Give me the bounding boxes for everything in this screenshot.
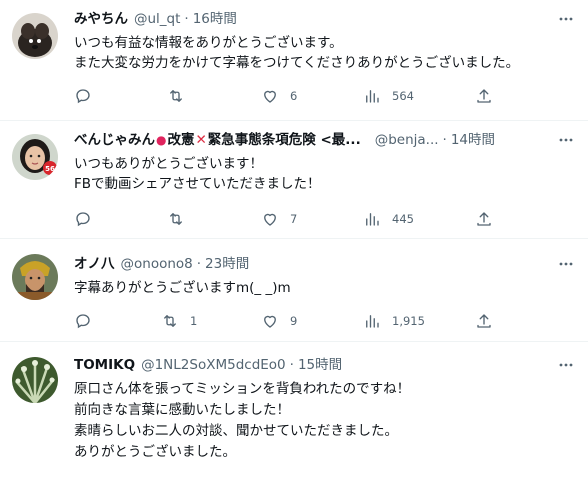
like-count: 7 <box>290 212 298 226</box>
reply-feed: みやちん @ul_qt · 16時間 いつも有益な情報をありがとうございます。 … <box>0 0 588 478</box>
timestamp[interactable]: 16時間 <box>193 9 237 29</box>
tweet-text: 字幕ありがとうございますm(_ _)m <box>74 278 578 298</box>
separator-dot: · <box>442 132 447 148</box>
more-icon[interactable] <box>556 9 576 29</box>
more-icon[interactable] <box>556 130 576 150</box>
separator-dot: · <box>184 11 189 27</box>
share-button[interactable] <box>475 86 493 106</box>
reply-icon <box>74 210 92 228</box>
view-count: 445 <box>392 212 414 226</box>
retweet-button[interactable] <box>167 209 196 229</box>
svg-text:56: 56 <box>45 165 55 173</box>
user-handle[interactable]: @onoono8 <box>121 254 193 274</box>
heart-icon <box>261 87 279 105</box>
views-icon <box>363 210 381 228</box>
views-button[interactable]: 564 <box>363 86 414 106</box>
timestamp[interactable]: 14時間 <box>451 130 495 150</box>
retweet-button[interactable] <box>167 86 196 106</box>
display-name-part: べんじゃみん <box>74 132 155 148</box>
action-bar: 7 445 <box>74 209 494 229</box>
heart-icon <box>261 210 279 228</box>
avatar[interactable]: 56 <box>12 134 58 180</box>
tweet-text-line: ありがとうございました。 <box>74 444 236 460</box>
views-button[interactable]: 445 <box>363 209 414 229</box>
retweet-icon <box>167 210 185 228</box>
red-dot-emoji: ● <box>156 133 167 147</box>
more-icon[interactable] <box>556 355 576 375</box>
reply-button[interactable] <box>74 311 103 331</box>
tweet-text-line: いつもありがとうございます！ <box>74 156 263 172</box>
avatar[interactable] <box>12 13 58 59</box>
more-icon[interactable] <box>556 254 576 274</box>
reply-icon <box>74 312 92 330</box>
tweet[interactable]: TOMIKQ @1NL2SoXM5dcdEo0 · 15時間 原口さん体を張って… <box>0 342 588 478</box>
display-name[interactable]: みやちん <box>74 9 128 29</box>
tweet-text-line: 前向きな言葉に感動いたしました！ <box>74 402 290 418</box>
share-icon <box>475 312 493 330</box>
timestamp[interactable]: 23時間 <box>205 254 249 274</box>
share-button[interactable] <box>475 311 493 331</box>
display-name[interactable]: べんじゃみん●改憲✕緊急事態条項危険 <最... <box>74 130 361 150</box>
display-name[interactable]: TOMIKQ <box>74 355 135 375</box>
separator-dot: · <box>289 357 294 373</box>
tweet-text-line: また大変な労力をかけて字幕をつけてくださりありがとうございました。 <box>74 55 520 71</box>
share-icon <box>475 210 493 228</box>
tweet-text-line: 素晴らしいお二人の対談、聞かせていただきました。 <box>74 423 398 439</box>
user-handle[interactable]: @benja... <box>375 130 439 150</box>
avatar[interactable] <box>12 254 58 300</box>
like-button[interactable]: 9 <box>261 311 297 331</box>
separator-dot: · <box>196 256 202 272</box>
tweet-text-line: FBで動画シェアさせていただきました！ <box>74 176 321 192</box>
like-button[interactable]: 6 <box>261 86 297 106</box>
user-handle[interactable]: @ul_qt <box>134 9 180 29</box>
share-icon <box>475 87 493 105</box>
action-bar: 6 564 <box>74 86 494 106</box>
retweet-icon <box>161 312 179 330</box>
like-count: 9 <box>290 314 298 328</box>
view-count: 564 <box>392 89 414 103</box>
retweet-button[interactable]: 1 <box>161 311 197 331</box>
tweet[interactable]: 56 べんじゃみん●改憲✕緊急事態条項危険 <最... @benja... · … <box>0 121 588 239</box>
tweet[interactable]: みやちん @ul_qt · 16時間 いつも有益な情報をありがとうございます。 … <box>0 0 588 121</box>
heart-icon <box>261 312 279 330</box>
timestamp[interactable]: 15時間 <box>298 355 342 375</box>
tweet-text-line: いつも有益な情報をありがとうございます。 <box>74 35 343 51</box>
views-icon <box>363 312 381 330</box>
action-bar: 1 9 1,915 <box>74 311 494 331</box>
user-handle[interactable]: @1NL2SoXM5dcdEo0 <box>141 355 286 375</box>
cross-mark-emoji: ✕ <box>195 132 207 148</box>
retweet-icon <box>167 87 185 105</box>
display-name-part: 緊急事態条項危険 <最... <box>207 132 361 148</box>
share-button[interactable] <box>475 209 493 229</box>
tweet-text: いつもありがとうございます！ FBで動画シェアさせていただきました！ <box>74 154 578 194</box>
views-button[interactable]: 1,915 <box>363 311 425 331</box>
display-name[interactable]: オノ八 <box>74 254 115 274</box>
view-count: 1,915 <box>392 314 425 328</box>
reply-icon <box>74 87 92 105</box>
retweet-count: 1 <box>190 314 198 328</box>
tweet-text: 原口さん体を張ってミッションを背負われたのですね！ 前向きな言葉に感動いたしまし… <box>74 379 578 463</box>
tweet-text: いつも有益な情報をありがとうございます。 また大変な労力をかけて字幕をつけてくだ… <box>74 33 578 73</box>
display-name-part: 改憲 <box>167 132 195 148</box>
reply-button[interactable] <box>74 86 103 106</box>
tweet-text-line: 字幕ありがとうございますm(_ _)m <box>74 280 291 296</box>
views-icon <box>363 87 381 105</box>
like-count: 6 <box>290 89 298 103</box>
reply-button[interactable] <box>74 209 103 229</box>
tweet[interactable]: オノ八 @onoono8 · 23時間 字幕ありがとうございますm(_ _)m … <box>0 239 588 342</box>
like-button[interactable]: 7 <box>261 209 297 229</box>
tweet-text-line: 原口さん体を張ってミッションを背負われたのですね！ <box>74 381 411 397</box>
avatar[interactable] <box>12 357 58 403</box>
